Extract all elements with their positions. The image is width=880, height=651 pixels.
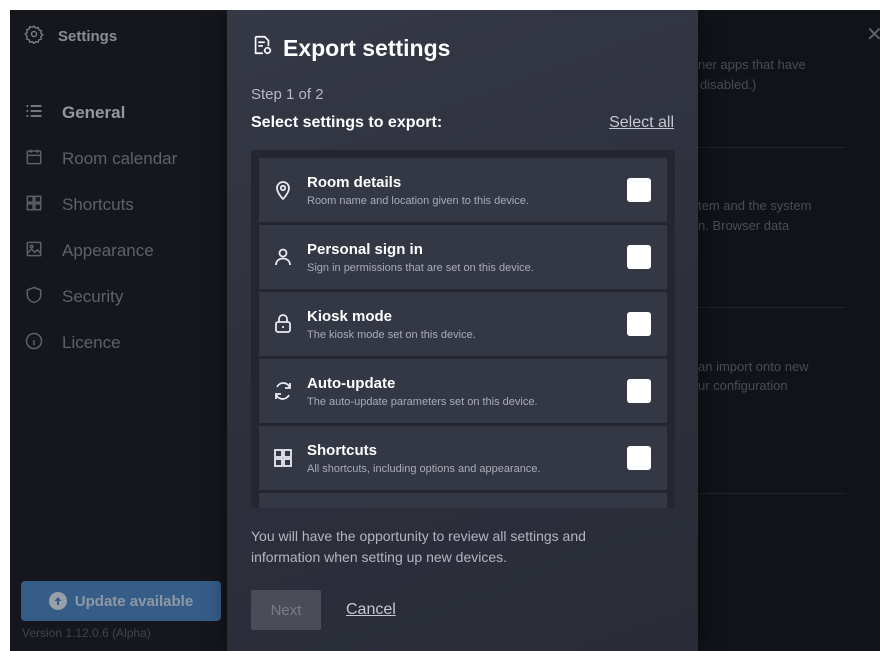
item-description: Room name and location given to this dev…: [307, 194, 529, 207]
room-details-checkbox[interactable]: [627, 178, 651, 202]
item-title: Auto-update: [307, 374, 396, 392]
kiosk-mode-checkbox[interactable]: [627, 312, 651, 336]
item-description: Sign in permissions that are set on this…: [307, 261, 534, 274]
next-button[interactable]: Next: [251, 590, 321, 630]
lock-icon: [271, 312, 295, 336]
review-note: You will have the opportunity to review …: [251, 528, 586, 565]
item-description: The kiosk mode set on this device.: [307, 328, 476, 341]
personal-sign-in-checkbox[interactable]: [627, 245, 651, 269]
dialog-subtitle: Select settings to export:: [251, 114, 443, 131]
list-item-room-details[interactable]: Room details Room name and location give…: [259, 158, 667, 222]
list-item-kiosk-mode[interactable]: Kiosk mode The kiosk mode set on this de…: [259, 292, 667, 356]
settings-list[interactable]: Room details Room name and location give…: [251, 150, 675, 508]
app-window: Settings General Room calendar Shortcuts…: [10, 10, 880, 651]
list-item-partial: [259, 493, 667, 508]
export-settings-dialog: Export settings Step 1 of 2 Select setti…: [227, 10, 698, 651]
list-item-personal-sign-in[interactable]: Personal sign in Sign in permissions tha…: [259, 225, 667, 289]
item-description: The auto-update parameters set on this d…: [307, 395, 538, 408]
dialog-title: Export settings: [251, 34, 450, 62]
item-title: Shortcuts: [307, 441, 378, 459]
item-description: All shortcuts, including options and app…: [307, 462, 541, 475]
location-pin-icon: [271, 178, 295, 202]
person-icon: [271, 245, 295, 269]
item-title: Room details: [307, 173, 402, 191]
select-all-link[interactable]: Select all: [609, 114, 674, 132]
refresh-icon: [271, 379, 295, 403]
export-document-icon: [251, 34, 273, 62]
item-title: Kiosk mode: [307, 307, 393, 325]
grid-icon: [271, 446, 295, 470]
list-item-shortcuts[interactable]: Shortcuts All shortcuts, including optio…: [259, 426, 667, 490]
cancel-button[interactable]: Cancel: [346, 601, 396, 619]
auto-update-checkbox[interactable]: [627, 379, 651, 403]
step-indicator: Step 1 of 2: [251, 86, 324, 103]
shortcuts-checkbox[interactable]: [627, 446, 651, 470]
dialog-title-text: Export settings: [283, 34, 451, 61]
list-item-auto-update[interactable]: Auto-update The auto-update parameters s…: [259, 359, 667, 423]
item-title: Personal sign in: [307, 240, 423, 258]
